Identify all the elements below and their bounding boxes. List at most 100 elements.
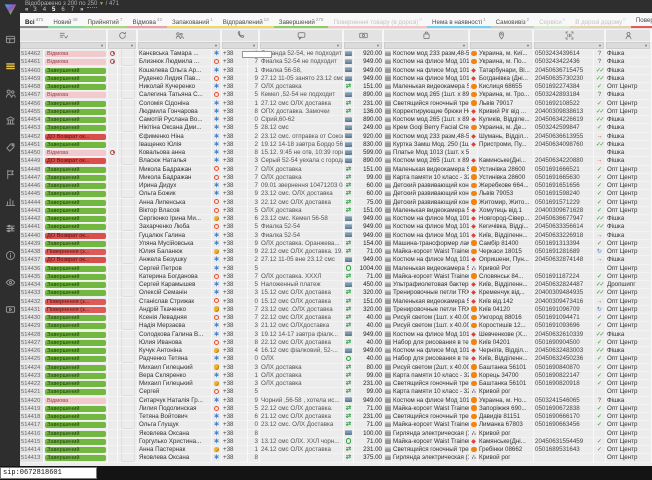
messenger-cell[interactable] bbox=[212, 75, 222, 83]
order-row[interactable]: 514435ЗавершенийКатерина Богданова+387ОЛ… bbox=[20, 273, 652, 281]
delivery-city[interactable]: Украина, м. Тро... bbox=[478, 91, 534, 99]
messenger-cell[interactable]: ∗ bbox=[212, 232, 222, 240]
ttn-number[interactable]: 0501691665630 bbox=[534, 174, 594, 182]
order-row[interactable]: 514416ЗавершенийЯковлева Оксана∗+388100.… bbox=[20, 430, 652, 438]
client-phone[interactable]: +38 bbox=[222, 322, 248, 330]
client-phone[interactable]: +38 bbox=[222, 256, 248, 264]
messenger-cell[interactable]: ∗ bbox=[212, 454, 222, 462]
messenger-cell[interactable]: ∗ bbox=[212, 331, 222, 339]
delivery-city[interactable]: Черкаси 18015 bbox=[478, 248, 534, 256]
client-name[interactable]: Надія Мерзаєва bbox=[138, 322, 212, 330]
column-filter[interactable]: ▼ bbox=[534, 42, 604, 49]
order-status-cell[interactable]: Завершений bbox=[44, 124, 108, 132]
order-row[interactable]: 514443ЗавершенийВіктор Власов+385ОЛХ дос… bbox=[20, 207, 652, 215]
client-name[interactable]: Яковлева Оксана bbox=[138, 454, 212, 462]
column-filter[interactable]: ▼ bbox=[606, 42, 650, 49]
client-name[interactable]: Юлия Иванова bbox=[138, 339, 212, 347]
product-name[interactable]: Крем Goqi Berry Facial Cream *3... bbox=[392, 124, 470, 132]
order-status-cell[interactable]: Завершений bbox=[44, 322, 108, 330]
client-phone[interactable]: +38 bbox=[222, 166, 248, 174]
messenger-cell[interactable] bbox=[212, 273, 222, 281]
order-row[interactable]: 514462ВідмоваКанєвська Тамара ...∗+381Ла… bbox=[20, 50, 652, 58]
order-status-cell[interactable]: Відмова bbox=[44, 91, 108, 99]
order-comment[interactable]: 23.12 смс .ОЛХ доставка bbox=[260, 306, 344, 314]
order-row[interactable]: 514421ЗавершенийСергей+385⇄99.00Карта па… bbox=[20, 388, 652, 396]
ttn-number[interactable]: 0501691666521 bbox=[534, 166, 594, 174]
client-phone[interactable]: +38 bbox=[222, 405, 248, 413]
tab-6[interactable]: Завершений278 bbox=[274, 13, 329, 28]
ttn-number[interactable]: 20450632824487 bbox=[534, 281, 594, 289]
messenger-cell[interactable]: ∗ bbox=[212, 413, 222, 421]
client-name[interactable]: Віктор Власов bbox=[138, 207, 212, 215]
client-name[interactable]: Кошелева Ольга Ар... bbox=[138, 67, 212, 75]
product-name[interactable]: Майка-корсет Waist Trainer *142... bbox=[392, 248, 470, 256]
sidebar-item-clients[interactable] bbox=[0, 80, 20, 107]
client-name[interactable]: Руденко Лидия Пав... bbox=[138, 75, 212, 83]
column-filter[interactable]: ▼ bbox=[344, 42, 382, 49]
ttn-number[interactable]: 20450636677947 bbox=[534, 215, 594, 223]
order-comment[interactable]: 27.12 смс ОЛХ доставка bbox=[260, 100, 344, 108]
order-status-cell[interactable]: Завершений bbox=[44, 190, 108, 198]
order-row[interactable]: 514413ЗавершенийЯковлева Оксана∗+388⇄375… bbox=[20, 454, 652, 462]
order-row[interactable]: 514460ЗавершенийКошелева Ольга Ар...∗+38… bbox=[20, 67, 652, 75]
order-status-cell[interactable]: Завершений bbox=[44, 413, 108, 421]
product-name[interactable]: Рисуй светом (1шт. х 40.00 = 40... bbox=[392, 314, 470, 322]
client-name[interactable]: Станіслав Стрижак bbox=[138, 298, 212, 306]
messenger-cell[interactable] bbox=[212, 215, 222, 223]
delivery-city[interactable]: Устинівка 28600 bbox=[478, 174, 534, 182]
order-comment[interactable]: Фиалка 52-54 bbox=[260, 232, 344, 240]
order-row[interactable]: 514419ЗавершенийЛилия Подолинская+38522.… bbox=[20, 405, 652, 413]
product-name[interactable]: Светящийся гоночный трек Ма... bbox=[392, 100, 470, 108]
client-name[interactable]: Салегина Татьяна С... bbox=[138, 91, 212, 99]
order-status-cell[interactable]: Завершений bbox=[44, 314, 108, 322]
order-status-cell[interactable]: Завершений bbox=[44, 446, 108, 454]
order-row[interactable]: 514425ЗавершенийРадченко Тетяна∗+380ОЛХ4… bbox=[20, 355, 652, 363]
sidebar-item-bank[interactable] bbox=[0, 107, 20, 134]
product-name[interactable]: Детский развивающий констру... bbox=[392, 199, 470, 207]
ttn-number[interactable] bbox=[534, 430, 594, 438]
product-name[interactable]: Гирлянда электрическая (100 л... bbox=[392, 454, 470, 462]
order-status-cell[interactable]: Завершений bbox=[44, 372, 108, 380]
delivery-city[interactable]: Пристроми, Пу... bbox=[478, 141, 534, 149]
product-name[interactable]: Костюм на флисе Мод 1014 (1ш... bbox=[392, 58, 470, 66]
messenger-cell[interactable]: ∗ bbox=[212, 265, 222, 273]
order-comment[interactable]: 24.12 смс ОЛХ доставка bbox=[260, 446, 344, 454]
product-name[interactable]: Детский развивающий констру... bbox=[392, 190, 470, 198]
client-phone[interactable]: +38 bbox=[222, 273, 248, 281]
client-phone[interactable]: +38 bbox=[222, 446, 248, 454]
messenger-cell[interactable] bbox=[212, 91, 222, 99]
order-comment[interactable]: 28.12 смс bbox=[260, 124, 344, 132]
delivery-city[interactable]: Баштанка 56101 bbox=[478, 364, 534, 372]
messenger-cell[interactable] bbox=[212, 58, 222, 66]
ttn-number[interactable]: 0501692108522 bbox=[534, 100, 594, 108]
product-name[interactable]: Светящийся гоночный трек Ма... bbox=[392, 413, 470, 421]
ttn-number[interactable]: 0501691094471 bbox=[534, 314, 594, 322]
ttn-number[interactable]: 20450636715475 bbox=[534, 67, 594, 75]
messenger-cell[interactable] bbox=[212, 314, 222, 322]
client-name[interactable]: Власюк Наталья bbox=[138, 157, 212, 165]
delivery-city[interactable]: Київ, Відділенн... bbox=[478, 281, 534, 289]
order-comment[interactable]: 22.12 смс ОЛХ доставка bbox=[260, 314, 344, 322]
product-name[interactable]: Костюм на флисе Мод 1014 (1ш... bbox=[392, 347, 470, 355]
product-name[interactable]: Маленькая видеокамера SQ8 *... bbox=[392, 298, 470, 306]
ttn-number[interactable] bbox=[534, 265, 594, 273]
product-name[interactable]: Костюм на флисе Мод 1014 (1ш... bbox=[392, 256, 470, 264]
client-phone[interactable]: +38 bbox=[222, 141, 248, 149]
order-comment[interactable] bbox=[260, 388, 344, 396]
delivery-city[interactable]: Устинівка 28600 bbox=[478, 166, 534, 174]
order-comment[interactable]: Фиалка 52-54 bbox=[260, 223, 344, 231]
client-phone[interactable]: +38 bbox=[222, 240, 248, 248]
messenger-cell[interactable]: ∗ bbox=[212, 133, 222, 141]
delivery-city[interactable]: Львів 79017 bbox=[478, 100, 534, 108]
tab-3[interactable]: Відмова42 bbox=[127, 13, 167, 28]
client-phone[interactable]: +38 bbox=[222, 388, 248, 396]
order-row[interactable]: 514442ЗавершенийСергіюнко Ірина Ми...+38… bbox=[20, 215, 652, 223]
messenger-cell[interactable]: ∗ bbox=[212, 124, 222, 132]
product-name[interactable]: Костюм на флисе Мод 1014 (1ш... bbox=[392, 331, 470, 339]
order-status-cell[interactable]: Завершений bbox=[44, 454, 108, 462]
order-comment[interactable]: ОЛХ bbox=[260, 355, 344, 363]
order-row[interactable]: 514450ВідмоваКовальова анна∗+38815.12. 9… bbox=[20, 149, 652, 157]
messenger-cell[interactable]: ∗ bbox=[212, 83, 222, 91]
messenger-cell[interactable] bbox=[212, 223, 222, 231]
delivery-city[interactable]: Хомутець від.1 bbox=[478, 207, 534, 215]
